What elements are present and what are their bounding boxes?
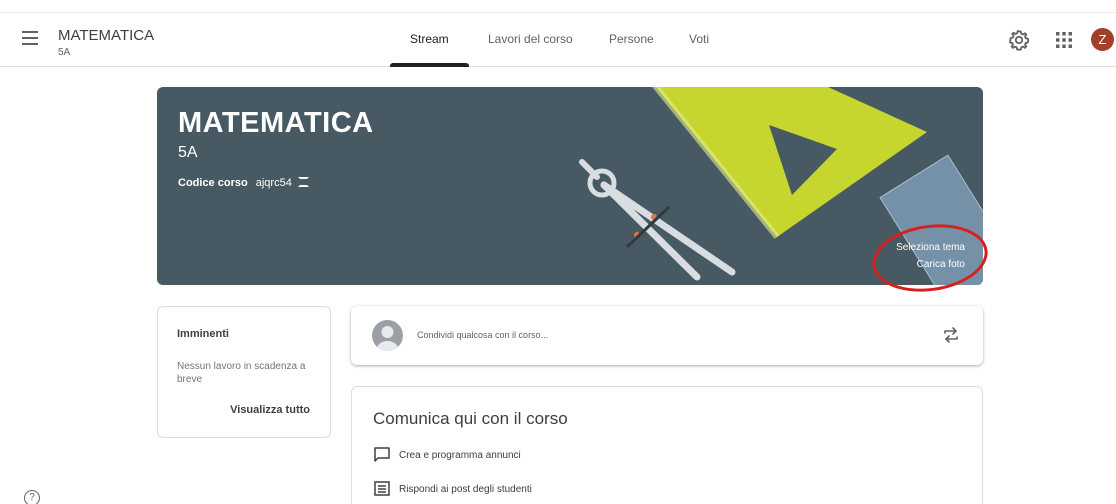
avatar[interactable]: Z xyxy=(1091,28,1114,51)
top-app-bar: MATEMATICA 5A Stream Lavori del corso Pe… xyxy=(0,12,1116,67)
tab-persone[interactable]: Persone xyxy=(609,32,654,46)
upcoming-empty-text: Nessun lavoro in scadenza a breve xyxy=(177,361,306,385)
share-with-class-box[interactable]: Condividi qualcosa con il corso... xyxy=(351,306,983,365)
banner-section: 5A xyxy=(178,144,198,161)
communicate-title: Comunica qui con il corso xyxy=(373,409,568,428)
help-icon[interactable]: ? xyxy=(24,490,40,504)
share-placeholder: Condividi qualcosa con il corso... xyxy=(417,330,549,340)
apps-grid-icon[interactable] xyxy=(1055,31,1073,49)
tab-lavori-del-corso[interactable]: Lavori del corso xyxy=(488,32,573,46)
announcement-icon xyxy=(374,447,390,462)
fullscreen-icon[interactable] xyxy=(297,177,309,187)
reply-icon xyxy=(374,481,390,496)
class-section: 5A xyxy=(58,47,71,58)
tab-voti[interactable]: Voti xyxy=(689,32,709,46)
repost-icon[interactable] xyxy=(943,326,959,344)
menu-icon[interactable] xyxy=(22,31,44,49)
tab-stream[interactable]: Stream xyxy=(410,32,449,46)
gear-icon[interactable] xyxy=(1008,29,1030,51)
class-code-label: Codice corso xyxy=(178,177,248,189)
upcoming-title: Imminenti xyxy=(177,328,229,340)
avatar xyxy=(372,320,403,351)
create-announcements-label: Crea e programma annunci xyxy=(399,450,521,461)
reply-posts-label: Rispondi ai post degli studenti xyxy=(399,484,532,495)
banner-title: MATEMATICA xyxy=(178,107,374,139)
communicate-card: Comunica qui con il corso Crea e program… xyxy=(351,386,983,504)
upcoming-card: Imminenti Nessun lavoro in scadenza a br… xyxy=(157,306,331,438)
class-code: Codice corso ajqrc54 xyxy=(178,177,309,189)
person-icon xyxy=(376,326,399,351)
active-tab-indicator xyxy=(390,63,469,67)
view-all-button[interactable]: Visualizza tutto xyxy=(230,404,310,416)
class-title[interactable]: MATEMATICA xyxy=(58,27,154,44)
class-banner: MATEMATICA 5A Codice corso ajqrc54 Selez… xyxy=(157,87,983,285)
class-code-value: ajqrc54 xyxy=(255,177,292,189)
